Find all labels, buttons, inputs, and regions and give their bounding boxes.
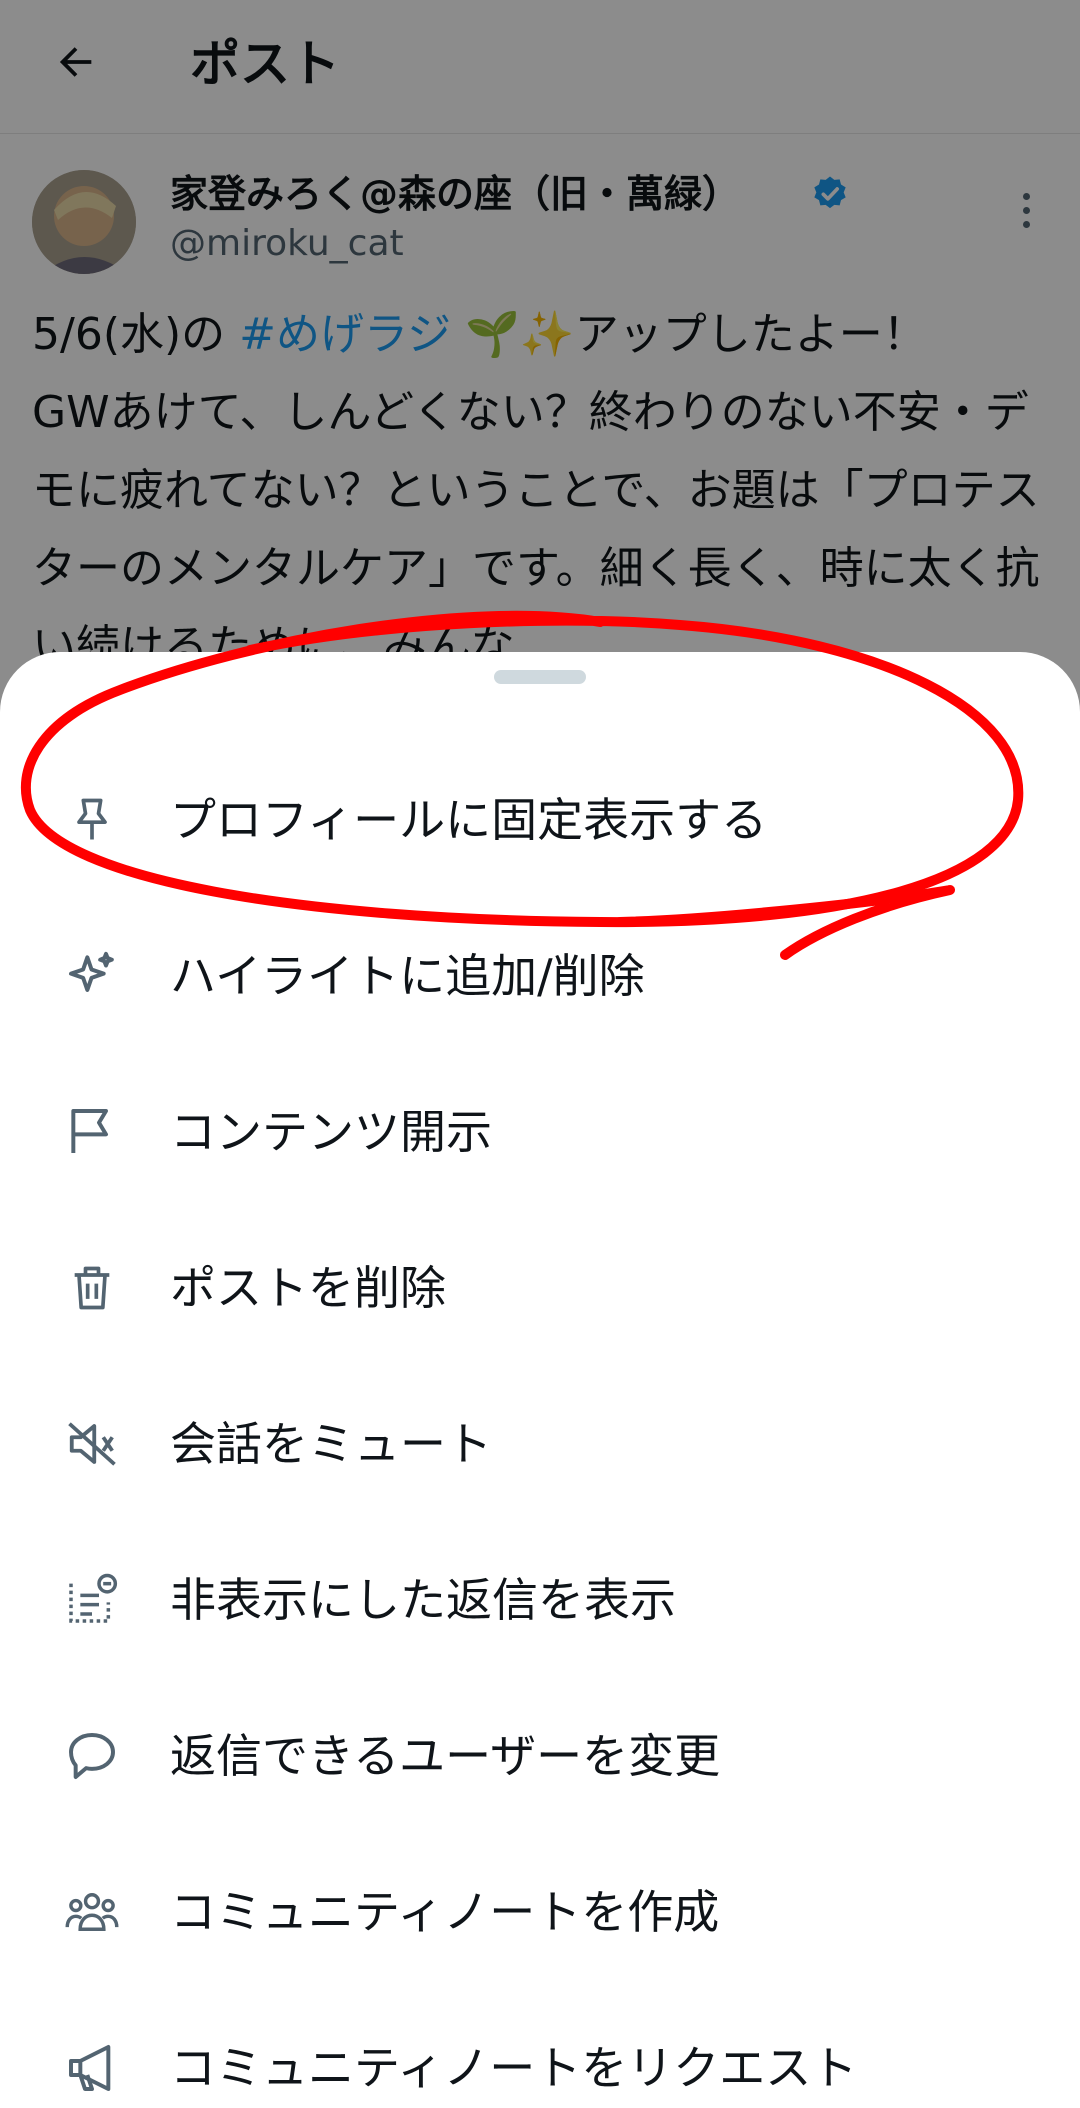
- menu-item-label: 非表示にした返信を表示: [170, 1573, 676, 1627]
- flag-icon: [64, 1104, 120, 1160]
- menu-item-write-community-note[interactable]: コミュニティノートを作成: [0, 1834, 1080, 1990]
- bottom-sheet-menu: プロフィールに固定表示する ハイライトに追加/削除 コンテンツ開示 ポストを削除: [0, 652, 1080, 2108]
- community-icon: [64, 1884, 120, 1940]
- sheet-drag-handle[interactable]: [494, 670, 586, 684]
- menu-item-label: 返信できるユーザーを変更: [170, 1729, 721, 1783]
- menu-item-label: コミュニティノートを作成: [170, 1885, 720, 1939]
- menu-item-mute-conversation[interactable]: 会話をミュート: [0, 1366, 1080, 1522]
- menu-item-content-disclosure[interactable]: コンテンツ開示: [0, 1054, 1080, 1210]
- trash-icon: [64, 1260, 120, 1316]
- menu-item-delete-post[interactable]: ポストを削除: [0, 1210, 1080, 1366]
- menu-item-label: 会話をミュート: [170, 1417, 492, 1471]
- mute-icon: [64, 1416, 120, 1472]
- menu-item-label: ハイライトに追加/削除: [170, 949, 645, 1003]
- menu-item-request-community-note[interactable]: コミュニティノートをリクエスト: [0, 1990, 1080, 2108]
- menu-item-label: コンテンツ開示: [170, 1105, 492, 1159]
- menu-item-label: プロフィールに固定表示する: [170, 793, 768, 847]
- sparkle-icon: [64, 948, 120, 1004]
- menu-item-change-reply-audience[interactable]: 返信できるユーザーを変更: [0, 1678, 1080, 1834]
- pin-icon: [64, 792, 120, 848]
- menu-item-highlight[interactable]: ハイライトに追加/削除: [0, 898, 1080, 1054]
- megaphone-icon: [64, 2040, 120, 2096]
- speech-bubble-icon: [64, 1728, 120, 1784]
- menu-item-label: ポストを削除: [170, 1261, 446, 1315]
- menu-item-show-hidden-replies[interactable]: 非表示にした返信を表示: [0, 1522, 1080, 1678]
- menu-item-label: コミュニティノートをリクエスト: [170, 2041, 858, 2095]
- menu-item-pin-to-profile[interactable]: プロフィールに固定表示する: [0, 742, 1080, 898]
- hidden-replies-icon: [64, 1572, 120, 1628]
